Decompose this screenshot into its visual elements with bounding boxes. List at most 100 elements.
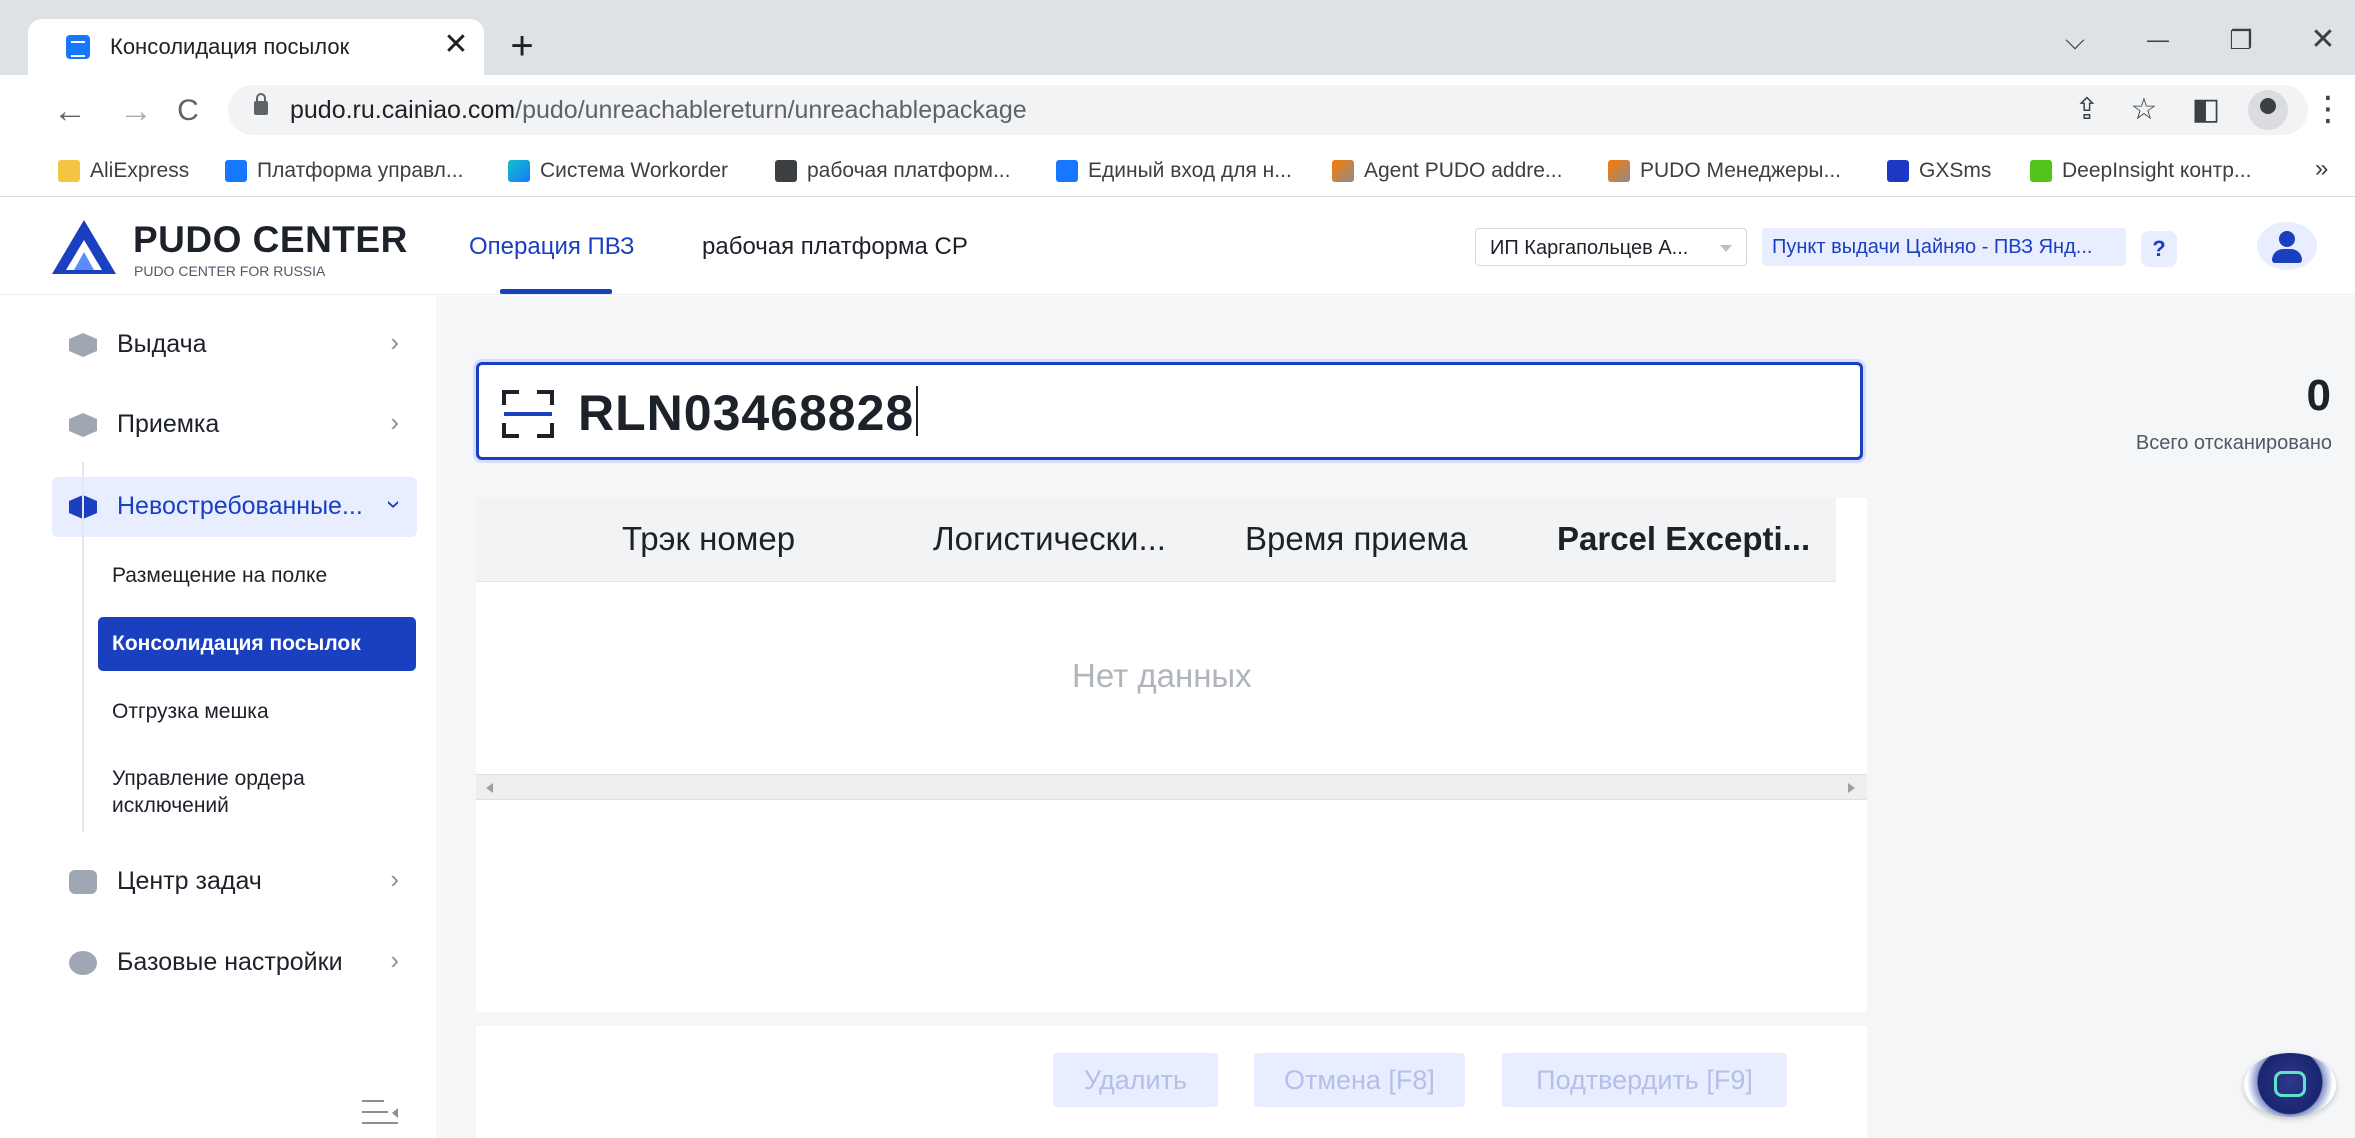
sidebar-item-label: Базовые настройки [117,948,343,976]
bookmark-item[interactable]: PUDO Менеджеры... [1608,155,1841,187]
bookmark-item[interactable]: рабочая платформ... [775,155,1010,187]
bookmark-item[interactable]: Agent PUDO addre... [1332,155,1562,187]
share-icon[interactable]: ⇪ [2066,89,2108,131]
chevron-right-icon: › [390,327,399,357]
org-select-value: ИП Каргапольцев А... [1490,237,1689,259]
package-icon [69,333,97,357]
receive-package-icon [69,413,97,437]
sidebar-item-priemka[interactable]: Приемка › [52,395,417,455]
bookmark-item[interactable]: AliExpress [58,155,189,187]
lock-icon [254,93,268,115]
submenu-label: Управление ордера исключений [112,767,305,817]
browser-tab[interactable]: Консолидация посылок ✕ [28,19,484,75]
station-name: Пункт выдачи Цайняо - ПВЗ Янд... [1772,236,2093,258]
horizontal-scrollbar[interactable] [476,774,1867,800]
sidebar-item-label: Центр задач [117,867,262,895]
app-icon [1056,160,1078,182]
scanned-count: 0 [2306,371,2331,420]
station-selector[interactable]: Пункт выдачи Цайняо - ПВЗ Янд... [1762,228,2126,266]
sidebar-item-vydacha[interactable]: Выдача › [52,315,417,375]
column-header-track-number[interactable]: Трэк номер [622,520,795,558]
los-icon [1887,160,1909,182]
bookmark-star-icon[interactable]: ☆ [2123,89,2165,131]
pudo-logo-icon [52,220,116,274]
question-icon: ? [2152,236,2166,261]
nav-pvz-operations[interactable]: Операция ПВЗ [469,233,634,261]
logo-subtitle: PUDO CENTER FOR RUSSIA [134,263,326,279]
active-nav-indicator [500,289,612,294]
sidebar-item-settings[interactable]: Базовые настройки › [52,933,417,993]
workorder-icon [508,160,530,182]
sidebar-item-label: Приемка [117,410,220,438]
app-header: PUDO CENTER PUDO CENTER FOR RUSSIA Опера… [0,197,2355,295]
gear-icon [69,951,97,975]
browser-tab-strip: Консолидация посылок ✕ + ⌵ — ❐ ✕ [0,0,2355,75]
new-tab-button[interactable]: + [500,24,544,68]
bookmark-item[interactable]: Система Workorder [508,155,728,187]
submenu-label: Консолидация посылок [112,632,361,655]
column-header-receive-time[interactable]: Время приема [1245,520,1468,558]
scan-input-value: RLN03468828 [578,384,918,442]
column-header-logistics[interactable]: Логистически... [933,520,1166,558]
close-window-button[interactable]: ✕ [2303,20,2343,60]
logo-title: PUDO CENTER [133,219,408,260]
org-select[interactable]: ИП Каргапольцев А... [1475,228,1747,266]
user-icon [2279,231,2295,247]
scroll-left-icon[interactable] [486,783,493,793]
table-header: Трэк номер Логистически... Время приема … [476,498,1836,582]
bookmark-item[interactable]: DeepInsight контр... [2030,155,2251,187]
delete-button[interactable]: Удалить [1053,1053,1218,1107]
parcel-table: Трэк номер Логистически... Время приема … [476,498,1867,1012]
scan-input[interactable]: RLN03468828 [476,362,1863,460]
side-panel-icon[interactable]: ◧ [2185,89,2227,131]
tab-title: Консолидация посылок [110,34,350,59]
browser-menu-icon[interactable]: ⋮ [2310,86,2346,132]
submenu-shelf-placement[interactable]: Размещение на полке [98,554,416,598]
sidebar-item-unclaimed[interactable]: Невостребованные... › [52,477,417,537]
column-header-parcel-exception[interactable]: Parcel Excepti... [1557,520,1810,558]
bookmark-item[interactable]: GXSms [1887,155,1991,187]
url-text: pudo.ru.cainiao.com/pudo/unreachableretu… [290,96,1027,124]
nav-cp-platform[interactable]: рабочая платформа CP [702,233,968,261]
confirm-button[interactable]: Подтвердить [F9] [1502,1053,1787,1107]
barcode-scan-icon [502,390,554,438]
sidebar-item-task-center[interactable]: Центр задач › [52,852,417,912]
globe-icon [775,160,797,182]
chevron-right-icon: › [390,864,399,894]
scanned-count-label: Всего отсканировано [2135,432,2332,454]
tab-search-icon[interactable]: ⌵ [2055,20,2095,60]
support-chat-button[interactable] [2244,1053,2336,1117]
submenu-exception-orders[interactable]: Управление ордера исключений [98,760,416,824]
help-button[interactable]: ? [2141,231,2177,267]
back-icon[interactable]: ← [48,89,92,133]
forward-icon[interactable]: → [114,89,158,133]
user-avatar[interactable] [2257,222,2317,270]
cancel-button[interactable]: Отмена [F8] [1254,1053,1465,1107]
action-bar: Удалить Отмена [F8] Подтвердить [F9] [476,1026,1867,1138]
caret-down-icon [1720,245,1732,252]
restore-button[interactable]: ❐ [2221,20,2261,60]
browser-profile-icon[interactable] [2248,90,2288,130]
scroll-right-icon[interactable] [1848,783,1855,793]
minimize-button[interactable]: — [2138,20,2178,60]
site-favicon-icon [66,35,90,59]
bookmarks-overflow-icon[interactable]: » [2315,155,2328,183]
collapse-sidebar-icon[interactable] [362,1098,398,1130]
deepinsight-icon [2030,160,2052,182]
submenu-consolidation[interactable]: Консолидация посылок [98,617,416,671]
chevron-right-icon: › [390,945,399,975]
submenu-bag-shipment[interactable]: Отгрузка мешка [98,690,416,734]
bookmark-item[interactable]: Единый вход для н... [1056,155,1292,187]
address-bar[interactable]: pudo.ru.cainiao.com/pudo/unreachableretu… [228,85,2308,135]
tab-close-icon[interactable]: ✕ [438,27,474,63]
chevron-right-icon: › [390,407,399,437]
pudo-icon [1608,160,1630,182]
reload-icon[interactable]: C [166,89,210,133]
chat-heart-icon [2274,1071,2306,1097]
pudo-icon [1332,160,1354,182]
chevron-down-icon: › [380,500,411,509]
app-icon [225,160,247,182]
folder-icon [58,160,80,182]
submenu-guide-line [82,462,84,832]
bookmark-item[interactable]: Платформа управл... [225,155,463,187]
